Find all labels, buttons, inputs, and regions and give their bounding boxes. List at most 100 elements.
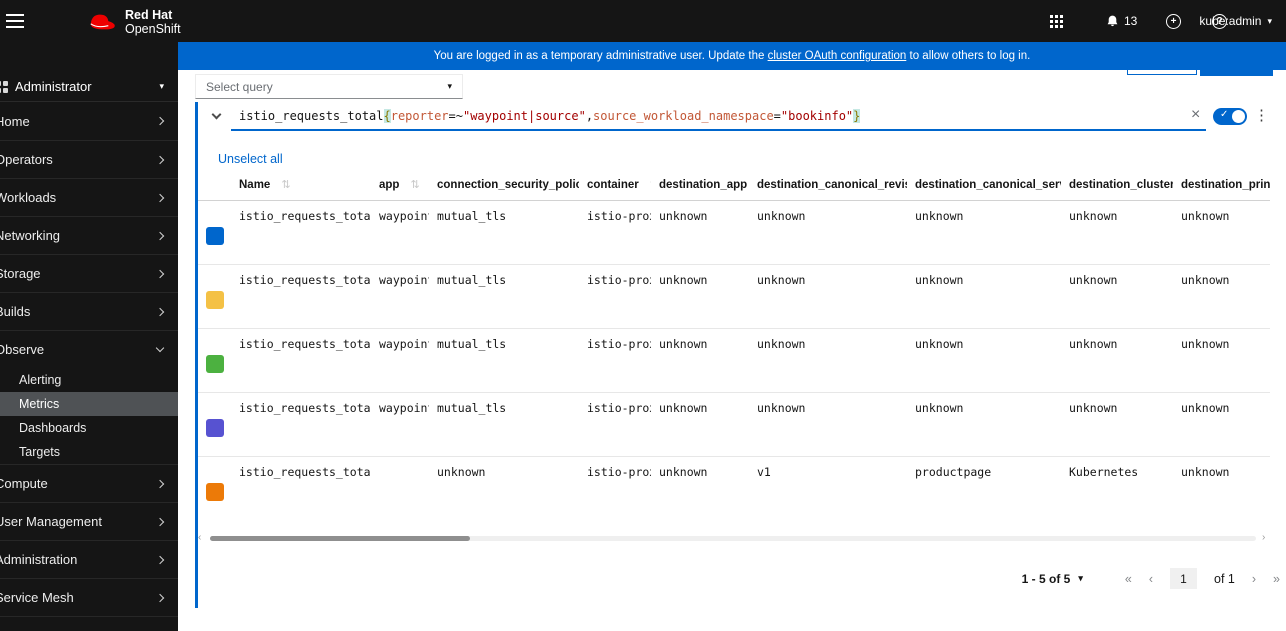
- query-segment-label: reporter: [390, 108, 449, 123]
- previous-page-icon[interactable]: ‹: [1149, 572, 1153, 586]
- sidebar-item-label: Home: [0, 113, 30, 129]
- sidebar-item-builds[interactable]: Builds: [0, 292, 178, 330]
- pagination-range-dropdown[interactable]: 1 - 5 of 5 ▾: [1022, 572, 1083, 586]
- query-segment-string: "bookinfo": [780, 108, 854, 123]
- chevron-right-icon: [155, 193, 165, 202]
- sidebar-item-dashboards[interactable]: Dashboards: [0, 416, 178, 440]
- column-header-destination-app[interactable]: destination_app ⇅: [651, 172, 749, 201]
- sidebar-item-operators[interactable]: Operators: [0, 140, 178, 178]
- chevron-right-icon: [155, 517, 165, 526]
- table-cell: mutual_tls: [429, 264, 579, 329]
- main-content: Select query ▾ istio_requests_total{repo…: [178, 70, 1286, 631]
- sidebar-item-networking[interactable]: Networking: [0, 216, 178, 254]
- cluster-oauth-configuration-link[interactable]: cluster OAuth configuration: [768, 50, 907, 62]
- table-cell: unknown: [651, 328, 749, 393]
- sidebar-item-storage[interactable]: Storage: [0, 254, 178, 292]
- table-cell: unknown: [907, 200, 1061, 265]
- column-header-destination-canonical-service[interactable]: destination_canonical_service⇅: [907, 172, 1061, 201]
- sidebar-item-compute[interactable]: Compute: [0, 464, 178, 502]
- first-page-icon[interactable]: «: [1125, 572, 1132, 586]
- scrollbar-thumb[interactable]: [210, 536, 470, 541]
- column-header-connection-security-policy[interactable]: connection_security_policy⇅: [429, 172, 579, 201]
- bell-icon: [1107, 15, 1118, 27]
- scroll-left-icon[interactable]: ‹: [198, 533, 201, 543]
- sidebar-item-workloads[interactable]: Workloads: [0, 178, 178, 216]
- app-launcher-icon[interactable]: [1050, 0, 1063, 42]
- nav-toggle-hamburger-icon[interactable]: [6, 14, 24, 32]
- table-header-row: Name⇅ app ⇅ connection_security_policy⇅cont…: [198, 172, 1270, 201]
- brand-line2: OpenShift: [125, 22, 181, 37]
- sidebar-item-label: Storage: [0, 266, 41, 281]
- series-swatch-cell: [198, 200, 231, 265]
- query-segment-brace: }: [853, 108, 861, 123]
- table-cell: unknown: [749, 264, 907, 329]
- column-header-label: app: [379, 179, 400, 191]
- table-cell: Kubernetes: [1069, 465, 1139, 479]
- column-header-destination-canonical-revision[interactable]: destination_canonical_revision⇅: [749, 172, 907, 201]
- table-cell: unknown: [1061, 264, 1173, 329]
- sidebar-item-targets[interactable]: Targets: [0, 440, 178, 464]
- series-color-swatch[interactable]: [206, 355, 224, 373]
- sidebar: Administrator ▾ Home Operators Workloads Ne…: [0, 42, 178, 631]
- column-header-destination-cluster[interactable]: destination_cluster⇅: [1061, 172, 1173, 201]
- scrollbar-track[interactable]: [210, 536, 1256, 541]
- sort-icon: ⇅: [410, 179, 420, 191]
- query-segment-op: =: [773, 108, 781, 123]
- table-cell: unknown: [749, 328, 907, 393]
- table-cell: unknown: [907, 264, 1061, 329]
- series-color-swatch[interactable]: [206, 419, 224, 437]
- table-cell: istio_requests_total: [239, 465, 371, 479]
- perspective-label: Administrator: [15, 79, 92, 94]
- pagination: 1 - 5 of 5 ▾ « ‹ 1 of 1 › »: [1022, 568, 1280, 589]
- check-icon: ✓: [1220, 109, 1229, 120]
- chevron-right-icon: [155, 307, 165, 316]
- pagination-range-label: 1 - 5 of 5: [1021, 571, 1071, 586]
- chevron-right-icon: [155, 479, 165, 488]
- sidebar-item-alerting[interactable]: Alerting: [0, 368, 178, 392]
- table-cell: unknown: [1173, 328, 1270, 393]
- table-cell: waypoint: [371, 200, 429, 265]
- run-queries-button-partial[interactable]: [1200, 70, 1273, 76]
- series-color-swatch[interactable]: [206, 483, 224, 501]
- column-header-name[interactable]: Name ⇅: [231, 172, 371, 201]
- perspective-switcher[interactable]: Administrator ▾: [0, 72, 178, 102]
- series-swatch-cell: [198, 457, 231, 521]
- table-cell: unknown: [1061, 328, 1173, 393]
- chevron-down-icon: ▾: [1267, 15, 1272, 26]
- table-cell: unknown: [1061, 392, 1173, 457]
- column-header-label: destination_app: [659, 179, 748, 191]
- add-query-button-partial[interactable]: [1127, 70, 1197, 75]
- add-button[interactable]: +: [1166, 0, 1181, 42]
- sidebar-item-observe[interactable]: Observe: [0, 330, 178, 368]
- last-page-icon[interactable]: »: [1273, 572, 1280, 586]
- query-expression-input[interactable]: istio_requests_total{reporter =~ "waypoint…: [231, 102, 1206, 131]
- query-card: istio_requests_total{reporter =~ "waypoint…: [195, 102, 1270, 608]
- column-header-app[interactable]: app ⇅: [371, 172, 429, 201]
- chevron-down-icon: ▾: [447, 81, 452, 91]
- table-cell: unknown: [651, 264, 749, 329]
- select-query-dropdown[interactable]: Select query ▾: [195, 74, 463, 99]
- sidebar-item-home[interactable]: Home: [0, 102, 178, 140]
- page-number-input[interactable]: 1: [1170, 568, 1198, 589]
- query-enabled-toggle[interactable]: ✓: [1213, 108, 1247, 125]
- scroll-right-icon[interactable]: ›: [1262, 533, 1265, 543]
- series-color-swatch[interactable]: [206, 291, 224, 309]
- sidebar-item-user-management[interactable]: User Management: [0, 502, 178, 540]
- kebab-menu-icon[interactable]: ⋮: [1254, 106, 1269, 124]
- clear-query-icon[interactable]: ×: [1191, 106, 1200, 124]
- user-menu[interactable]: kube:admin ▾: [1192, 0, 1272, 42]
- column-header-destination-principal[interactable]: destination_principal⇅: [1173, 172, 1270, 201]
- series-color-swatch[interactable]: [206, 227, 224, 245]
- sidebar-item-service-mesh[interactable]: Service Mesh: [0, 578, 178, 616]
- series-table: Name⇅ app ⇅ connection_security_policy⇅cont…: [198, 172, 1270, 521]
- unselect-all-link[interactable]: Unselect all: [218, 152, 283, 166]
- notifications-button[interactable]: 13: [1106, 0, 1137, 42]
- sidebar-item-metrics[interactable]: Metrics: [0, 392, 178, 416]
- table-row: istio_requests_total waypoint mutual_tls is…: [198, 328, 1270, 393]
- table-cell: unknown: [1181, 465, 1230, 479]
- sidebar-item-administration[interactable]: Administration: [0, 540, 178, 578]
- next-page-icon[interactable]: ›: [1252, 572, 1256, 586]
- table-cell: unknown: [749, 392, 907, 457]
- column-header-container[interactable]: container ⇅: [579, 172, 651, 201]
- query-expand-button[interactable]: [209, 109, 223, 124]
